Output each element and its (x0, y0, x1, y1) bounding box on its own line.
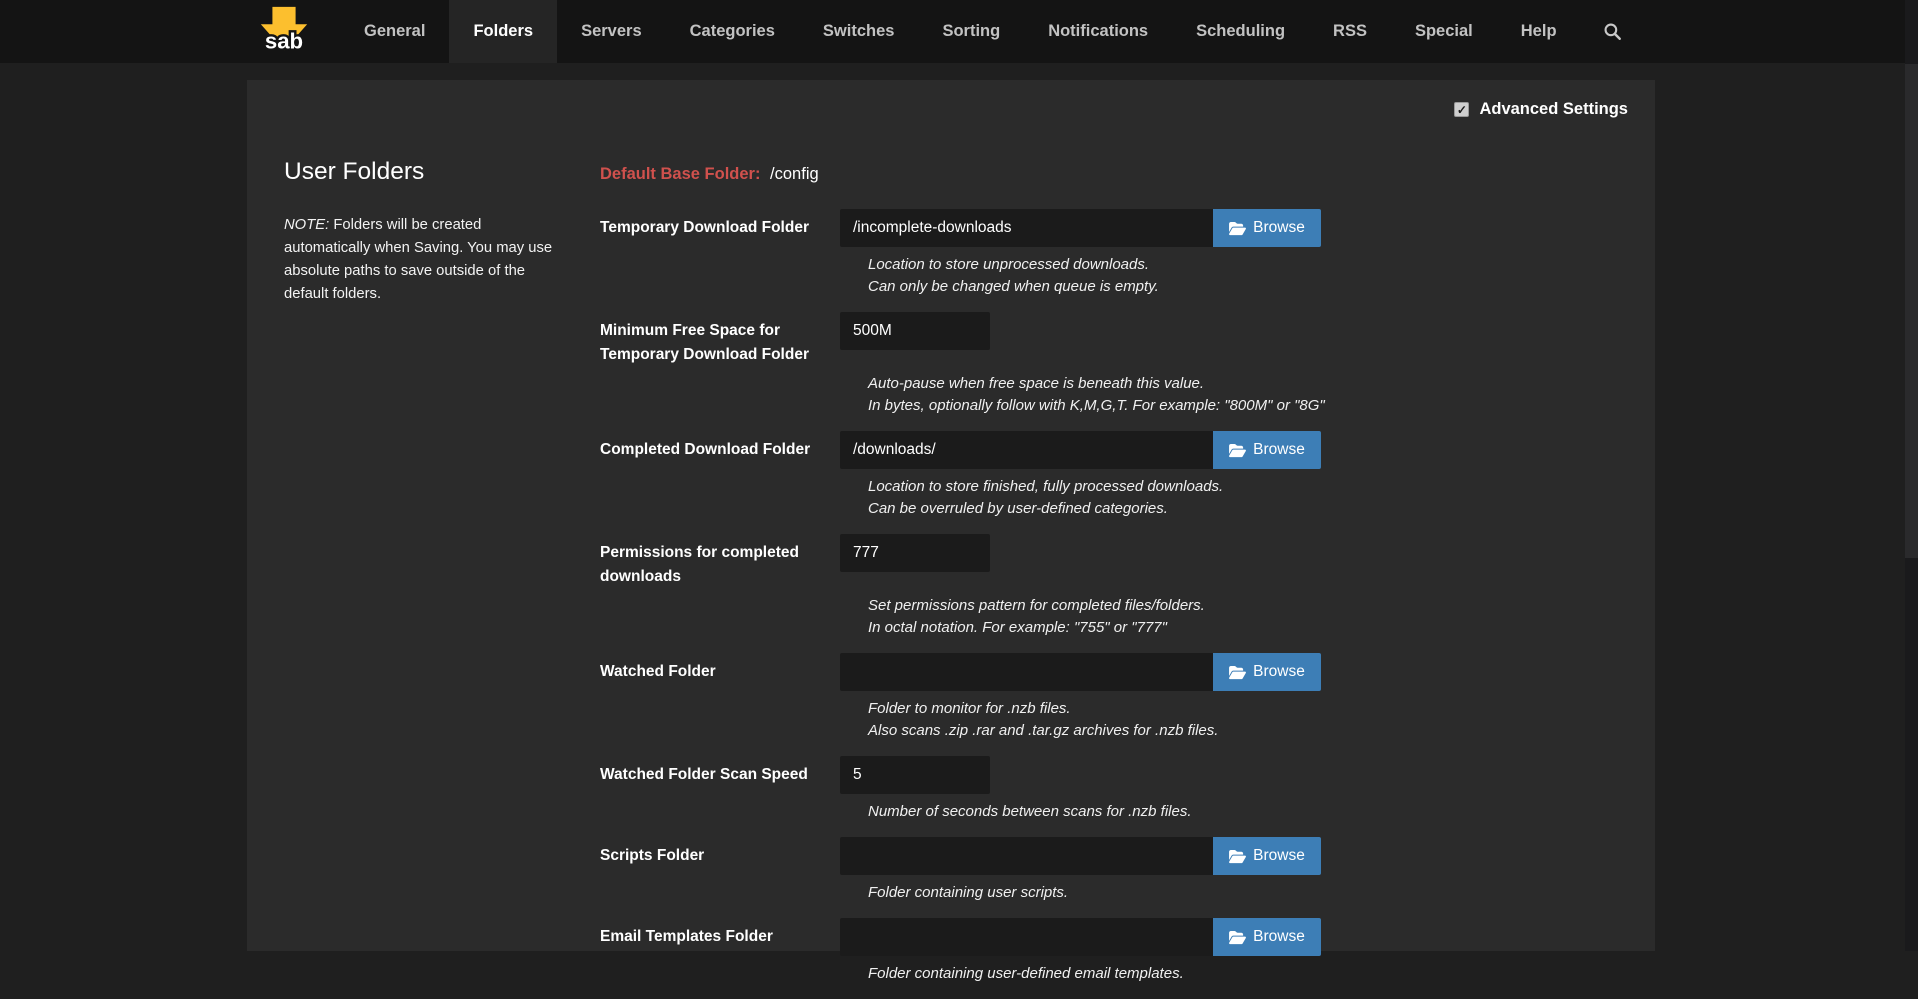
field-input[interactable] (840, 918, 1213, 956)
field-input[interactable] (840, 431, 1213, 469)
default-base-folder-value: /config (770, 165, 819, 183)
help-line: In octal notation. For example: "755" or… (868, 617, 1655, 639)
folders-note: NOTE: Folders will be created automatica… (284, 214, 556, 306)
fields-container: Temporary Download Folder Browse Locatio… (600, 209, 1655, 985)
browse-label: Browse (1253, 847, 1305, 865)
default-base-folder-label: Default Base Folder: (600, 165, 760, 183)
help-line: Can only be changed when queue is empty. (868, 276, 1655, 298)
help-line: Also scans .zip .rar and .tar.gz archive… (868, 720, 1655, 742)
field-input[interactable] (840, 312, 990, 350)
field-row: Watched Folder Browse Folder to monitor … (600, 653, 1655, 742)
page-title: User Folders (284, 158, 556, 186)
nav-tab-sorting[interactable]: Sorting (918, 0, 1024, 63)
search-icon (1603, 22, 1622, 41)
browse-button[interactable]: Browse (1213, 837, 1321, 875)
top-navbar: sab GeneralFoldersServersCategoriesSwitc… (0, 0, 1918, 63)
nav-tab-general[interactable]: General (340, 0, 449, 63)
browse-label: Browse (1253, 441, 1305, 459)
help-line: In bytes, optionally follow with K,M,G,T… (868, 395, 1655, 417)
field-label: Email Templates Folder (600, 918, 840, 949)
field-label: Watched Folder (600, 653, 840, 684)
sab-arrow-icon: sab (256, 4, 312, 60)
nav-tab-help[interactable]: Help (1497, 0, 1581, 63)
nav-tab-special[interactable]: Special (1391, 0, 1497, 63)
help-line: Location to store finished, fully proces… (868, 476, 1655, 498)
help-line: Auto-pause when free space is beneath th… (868, 373, 1655, 395)
field-input[interactable] (840, 534, 990, 572)
help-line: Location to store unprocessed downloads. (868, 254, 1655, 276)
help-line: Can be overruled by user-defined categor… (868, 498, 1655, 520)
browse-label: Browse (1253, 663, 1305, 681)
logo-text: sab (265, 28, 303, 53)
browse-button[interactable]: Browse (1213, 653, 1321, 691)
field-help: Set permissions pattern for completed fi… (868, 595, 1655, 639)
field-label: Minimum Free Space for Temporary Downloa… (600, 312, 840, 366)
advanced-settings-label: Advanced Settings (1479, 100, 1628, 119)
folders-form: Default Base Folder: /config Temporary D… (600, 158, 1655, 999)
folder-open-icon (1229, 930, 1246, 945)
field-row: Minimum Free Space for Temporary Downloa… (600, 312, 1655, 417)
help-line: Folder to monitor for .nzb files. (868, 698, 1655, 720)
field-help: Folder containing user scripts. (868, 882, 1655, 904)
browse-button[interactable]: Browse (1213, 431, 1321, 469)
field-help: Location to store unprocessed downloads.… (868, 254, 1655, 298)
help-line: Folder containing user-defined email tem… (868, 963, 1655, 985)
field-help: Folder containing user-defined email tem… (868, 963, 1655, 985)
help-line: Folder containing user scripts. (868, 882, 1655, 904)
nav-tabs: GeneralFoldersServersCategoriesSwitchesS… (340, 0, 1581, 63)
browse-label: Browse (1253, 219, 1305, 237)
nav-tab-servers[interactable]: Servers (557, 0, 666, 63)
config-panel: ✓ Advanced Settings User Folders NOTE: F… (247, 80, 1655, 951)
browse-button[interactable]: Browse (1213, 209, 1321, 247)
field-row: Temporary Download Folder Browse Locatio… (600, 209, 1655, 298)
nav-tab-scheduling[interactable]: Scheduling (1172, 0, 1309, 63)
nav-tab-notifications[interactable]: Notifications (1024, 0, 1172, 63)
field-help: Auto-pause when free space is beneath th… (868, 373, 1655, 417)
field-row: Permissions for completed downloads Set … (600, 534, 1655, 639)
field-help: Folder to monitor for .nzb files.Also sc… (868, 698, 1655, 742)
nav-tab-categories[interactable]: Categories (666, 0, 799, 63)
nav-tab-rss[interactable]: RSS (1309, 0, 1391, 63)
note-prefix: NOTE: (284, 217, 329, 233)
field-label: Scripts Folder (600, 837, 840, 868)
nav-tab-folders[interactable]: Folders (449, 0, 557, 63)
sabnzbd-logo[interactable]: sab (256, 0, 312, 63)
advanced-settings-toggle[interactable]: ✓ Advanced Settings (1454, 100, 1628, 119)
field-row: Watched Folder Scan Speed Number of seco… (600, 756, 1655, 823)
nav-tab-switches[interactable]: Switches (799, 0, 919, 63)
field-row: Scripts Folder Browse Folder containing … (600, 837, 1655, 904)
field-input[interactable] (840, 756, 990, 794)
field-input[interactable] (840, 837, 1213, 875)
field-label: Completed Download Folder (600, 431, 840, 462)
field-row: Completed Download Folder Browse Locatio… (600, 431, 1655, 520)
default-base-folder: Default Base Folder: /config (600, 165, 1655, 184)
field-input[interactable] (840, 653, 1213, 691)
nav-search-button[interactable] (1581, 0, 1644, 63)
help-line: Number of seconds between scans for .nzb… (868, 801, 1655, 823)
scrollbar-thumb[interactable] (1905, 64, 1918, 558)
folder-open-icon (1229, 665, 1246, 680)
field-label: Watched Folder Scan Speed (600, 756, 840, 787)
section-intro: User Folders NOTE: Folders will be creat… (284, 158, 556, 999)
folder-open-icon (1229, 443, 1246, 458)
field-label: Temporary Download Folder (600, 209, 840, 240)
page-scrollbar[interactable] (1905, 0, 1918, 951)
field-input[interactable] (840, 209, 1213, 247)
folder-open-icon (1229, 221, 1246, 236)
folder-open-icon (1229, 849, 1246, 864)
advanced-settings-checkbox[interactable]: ✓ (1454, 102, 1469, 117)
field-label: Permissions for completed downloads (600, 534, 840, 588)
help-line: Set permissions pattern for completed fi… (868, 595, 1655, 617)
browse-button[interactable]: Browse (1213, 918, 1321, 956)
field-help: Location to store finished, fully proces… (868, 476, 1655, 520)
field-row: Email Templates Folder Browse Folder con… (600, 918, 1655, 985)
field-help: Number of seconds between scans for .nzb… (868, 801, 1655, 823)
browse-label: Browse (1253, 928, 1305, 946)
